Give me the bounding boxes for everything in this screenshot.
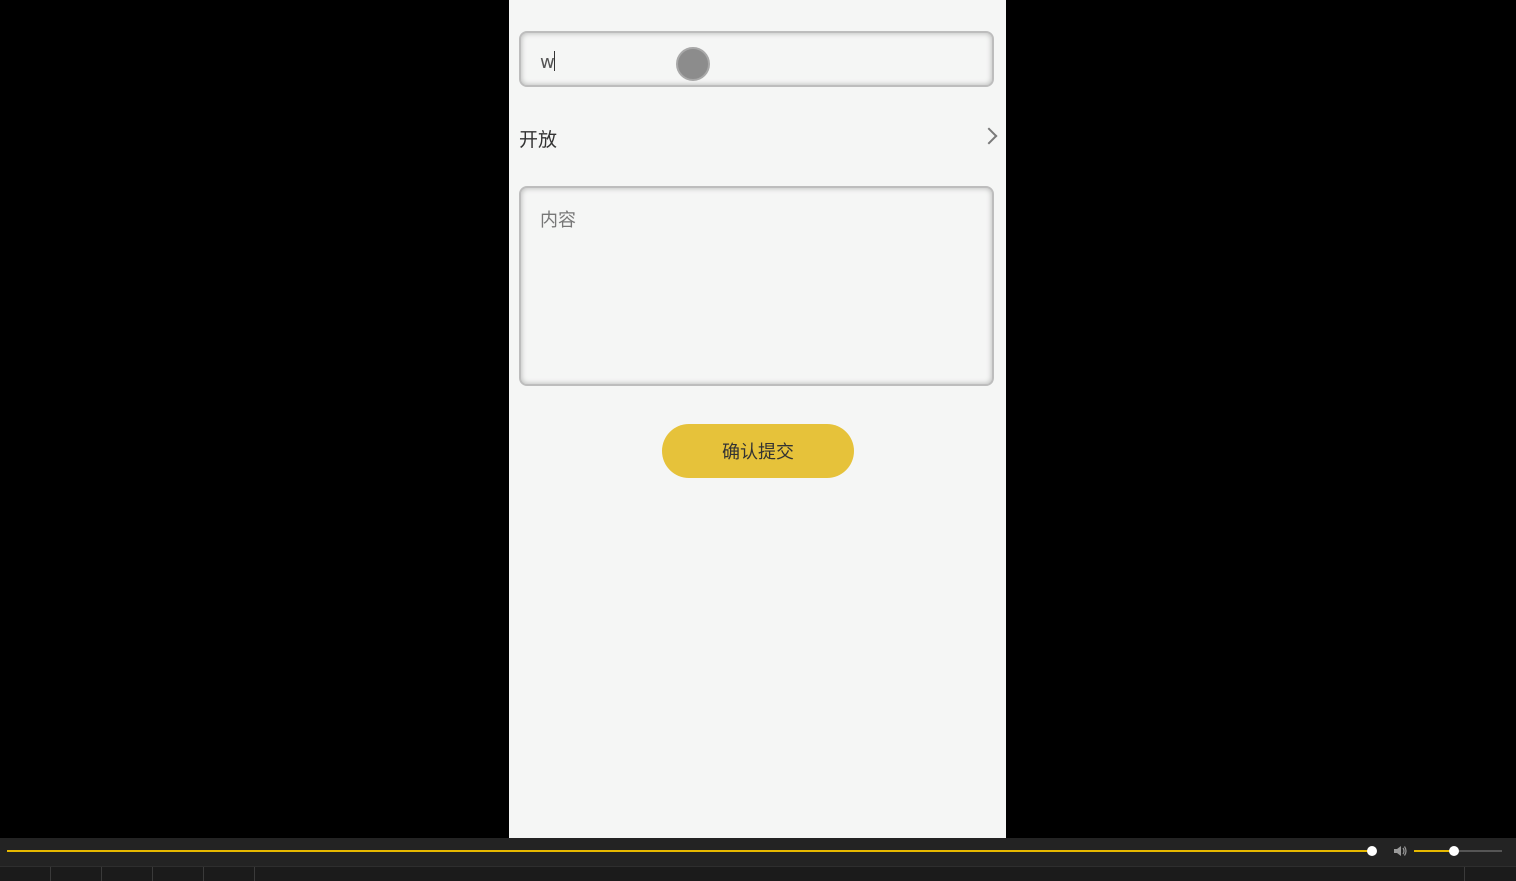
chevron-right-icon [980, 127, 998, 145]
progress-bar[interactable] [7, 850, 1372, 852]
player-controls [0, 838, 1516, 881]
toolbar-divider [152, 867, 153, 881]
toolbar-divider [50, 867, 51, 881]
toolbar-divider [101, 867, 102, 881]
touch-indicator [676, 47, 710, 81]
volume-icon[interactable] [1392, 843, 1408, 859]
video-frame: w 开放 内容 确认提交 [0, 0, 1516, 838]
title-input[interactable]: w [519, 31, 994, 87]
toolbar-divider [1464, 867, 1465, 881]
volume-handle[interactable] [1448, 846, 1459, 856]
bottom-toolbar [0, 866, 1516, 881]
title-input-value: w [540, 51, 556, 73]
progress-handle[interactable] [1367, 846, 1377, 856]
submit-button[interactable]: 确认提交 [662, 424, 854, 478]
toolbar-divider [254, 867, 255, 881]
volume-level [1414, 850, 1454, 852]
content-textarea[interactable]: 内容 [519, 186, 994, 386]
visibility-selector[interactable]: 开放 [519, 118, 998, 158]
visibility-label: 开放 [519, 129, 558, 151]
content-placeholder: 内容 [540, 210, 576, 231]
text-caret [554, 51, 556, 71]
toolbar-divider [203, 867, 204, 881]
phone-screen: w 开放 内容 确认提交 [509, 0, 1006, 838]
